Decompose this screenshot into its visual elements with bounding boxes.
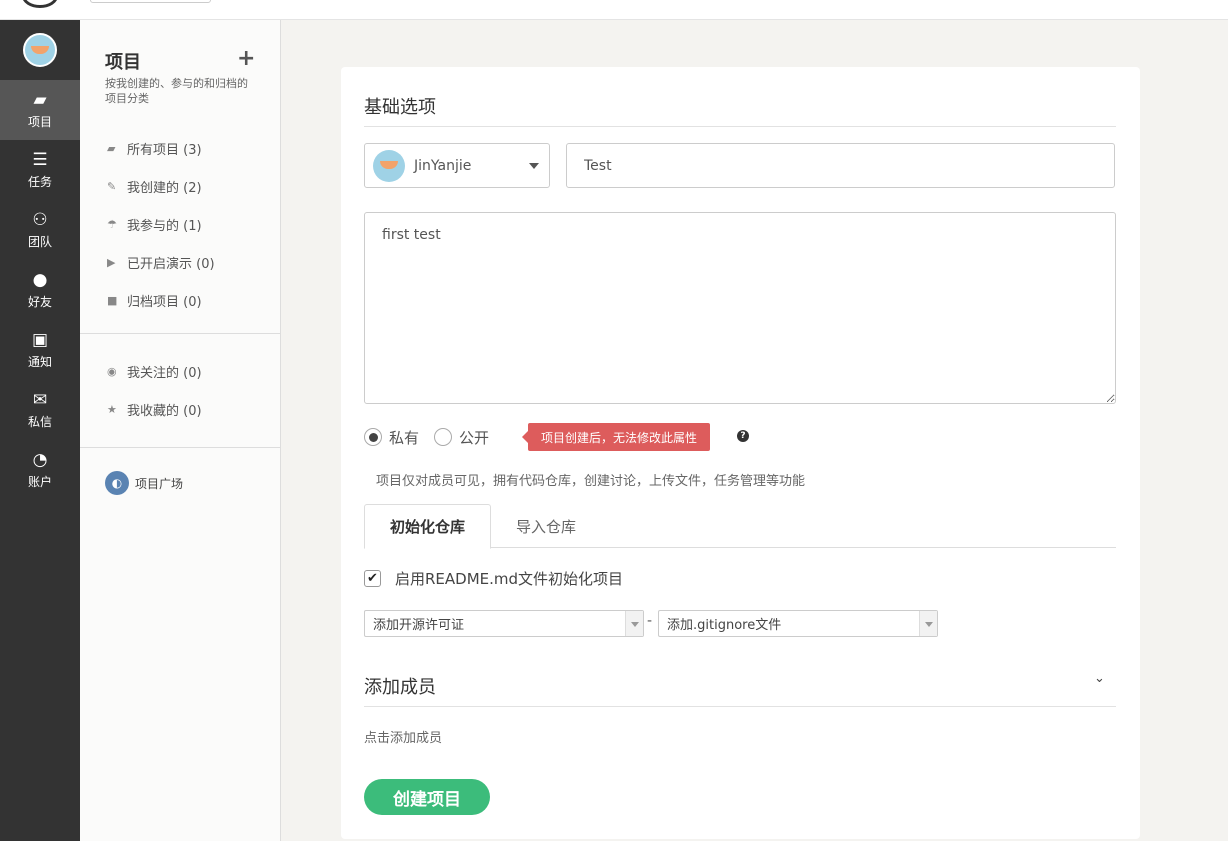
nav-item-team[interactable]: ⚇ 团队 bbox=[0, 200, 80, 260]
star-icon: ★ bbox=[107, 402, 117, 416]
sidebar-item-all[interactable]: ▰ 所有项目 (3) bbox=[80, 129, 280, 167]
sidebar-header: 项目 + 按我创建的、参与的和归档的项目分类 bbox=[80, 20, 280, 125]
readme-label[interactable]: 启用README.md文件初始化项目 bbox=[395, 568, 623, 589]
nav-item-label: 任务 bbox=[27, 175, 52, 189]
sidebar-item-demo[interactable]: ▶ 已开启演示 (0) bbox=[80, 243, 280, 281]
owner-select[interactable]: JinYanjie bbox=[364, 143, 550, 188]
sidebar-item-label: 归档项目 (0) bbox=[127, 294, 202, 310]
separator-dash: - bbox=[647, 613, 653, 629]
license-select[interactable]: 添加开源许可证 bbox=[364, 610, 644, 637]
add-member-link[interactable]: 点击添加成员 bbox=[364, 727, 442, 746]
top-bar bbox=[0, 0, 1228, 20]
visibility-warning-tag: 项目创建后，无法修改此属性 bbox=[521, 423, 711, 451]
repo-tabs: 初始化仓库 导入仓库 bbox=[364, 504, 1116, 549]
archive-icon: ■ bbox=[107, 293, 118, 307]
create-project-button[interactable]: 创建项目 bbox=[364, 779, 490, 815]
readme-checkbox[interactable]: ✔ bbox=[364, 570, 381, 587]
play-icon: ▶ bbox=[107, 255, 116, 269]
project-name-input[interactable] bbox=[566, 143, 1115, 188]
globe-icon: ◐ bbox=[105, 471, 129, 495]
chevron-down-icon bbox=[919, 611, 937, 636]
double-chevron-down-icon[interactable]: ⌄ bbox=[1094, 671, 1105, 686]
sidebar-item-label: 我收藏的 (0) bbox=[127, 403, 202, 419]
project-description-textarea[interactable]: first test bbox=[364, 212, 1116, 404]
avatar bbox=[373, 149, 405, 182]
visibility-description: 项目仅对成员可见，拥有代码仓库，创建讨论，上传文件，任务管理等功能 bbox=[376, 474, 806, 489]
main-nav: ▰ 项目 ☰ 任务 ⚇ 团队 ● 好友 ▣ 通知 ✉ 私信 ◔ 账户 bbox=[0, 20, 80, 841]
eye-icon: ◉ bbox=[107, 364, 117, 378]
avatar[interactable] bbox=[23, 33, 57, 67]
user-avatar-wrap[interactable] bbox=[0, 20, 80, 80]
sidebar-item-label: 我创建的 (2) bbox=[127, 180, 202, 196]
nav-item-messages[interactable]: ✉ 私信 bbox=[0, 380, 80, 440]
sidebar-item-label: 我关注的 (0) bbox=[127, 365, 202, 381]
nav-item-label: 好友 bbox=[27, 295, 52, 309]
dashboard-icon: ◔ bbox=[32, 450, 48, 470]
nav-item-friends[interactable]: ● 好友 bbox=[0, 260, 80, 320]
readme-option: ✔ 启用README.md文件初始化项目 bbox=[364, 568, 623, 589]
sidebar-item-joined[interactable]: ☂ 我参与的 (1) bbox=[80, 205, 280, 243]
nav-item-label: 项目 bbox=[27, 115, 52, 129]
gitignore-select[interactable]: 添加.gitignore文件 bbox=[658, 610, 938, 637]
radio-public[interactable] bbox=[434, 428, 453, 446]
tab-import-repo[interactable]: 导入仓库 bbox=[491, 504, 601, 548]
chevron-down-icon bbox=[625, 611, 643, 636]
chevron-down-icon bbox=[529, 163, 539, 169]
nav-item-account[interactable]: ◔ 账户 bbox=[0, 440, 80, 500]
sidebar-item-label: 项目广场 bbox=[135, 476, 184, 491]
nav-item-label: 团队 bbox=[27, 235, 52, 249]
umbrella-icon: ☂ bbox=[107, 217, 117, 231]
divider bbox=[364, 706, 1116, 707]
sidebar-item-created[interactable]: ✎ 我创建的 (2) bbox=[80, 167, 280, 205]
visibility-radio-group: 私有 公开 bbox=[364, 423, 504, 451]
sidebar-item-plaza[interactable]: ◐ 项目广场 bbox=[80, 448, 280, 518]
gitignore-select-value: 添加.gitignore文件 bbox=[667, 618, 782, 633]
nav-item-label: 账户 bbox=[27, 475, 52, 489]
tab-init-repo[interactable]: 初始化仓库 bbox=[364, 504, 491, 549]
mail-icon: ✉ bbox=[32, 390, 48, 410]
owner-name: JinYanjie bbox=[414, 157, 472, 174]
sidebar-item-label: 我参与的 (1) bbox=[127, 218, 202, 234]
help-icon[interactable]: ? bbox=[737, 430, 749, 442]
radio-public-label[interactable]: 公开 bbox=[459, 427, 489, 448]
section-title-basic: 基础选项 bbox=[364, 97, 436, 118]
user-icon: ● bbox=[32, 270, 48, 290]
search-input[interactable] bbox=[90, 0, 211, 3]
add-project-icon[interactable]: + bbox=[237, 46, 255, 71]
radio-private[interactable] bbox=[364, 428, 382, 446]
nav-item-projects[interactable]: ▰ 项目 bbox=[0, 80, 80, 140]
radio-private-label[interactable]: 私有 bbox=[389, 427, 419, 448]
nav-item-label: 通知 bbox=[27, 355, 52, 369]
nav-item-label: 私信 bbox=[27, 415, 52, 429]
sidebar-group-projects: ▰ 所有项目 (3) ✎ 我创建的 (2) ☂ 我参与的 (1) ▶ 已开启演示… bbox=[80, 125, 280, 333]
folder-icon: ▰ bbox=[33, 90, 47, 110]
section-title-members: 添加成员 bbox=[364, 677, 436, 698]
logo[interactable] bbox=[22, 0, 58, 8]
sidebar-group-watch: ◉ 我关注的 (0) ★ 我收藏的 (0) bbox=[80, 334, 280, 447]
sidebar-item-label: 所有项目 (3) bbox=[127, 142, 202, 158]
sidebar-item-watching[interactable]: ◉ 我关注的 (0) bbox=[80, 352, 280, 390]
sidebar-subtitle: 按我创建的、参与的和归档的项目分类 bbox=[105, 77, 248, 105]
license-select-value: 添加开源许可证 bbox=[373, 618, 465, 633]
sidebar-item-label: 已开启演示 (0) bbox=[127, 256, 215, 272]
nav-item-tasks[interactable]: ☰ 任务 bbox=[0, 140, 80, 200]
project-sidebar: 项目 + 按我创建的、参与的和归档的项目分类 ▰ 所有项目 (3) ✎ 我创建的… bbox=[80, 20, 281, 841]
edit-icon: ✎ bbox=[107, 179, 117, 193]
sidebar-item-archived[interactable]: ■ 归档项目 (0) bbox=[80, 281, 280, 319]
inbox-icon: ▣ bbox=[31, 330, 49, 350]
create-project-card: 基础选项 JinYanjie first test 私有 公开 项目创建后，无法… bbox=[341, 67, 1140, 839]
folder-icon: ▰ bbox=[107, 141, 116, 155]
nav-item-notifications[interactable]: ▣ 通知 bbox=[0, 320, 80, 380]
team-icon: ⚇ bbox=[32, 210, 48, 230]
tasks-icon: ☰ bbox=[32, 150, 48, 170]
sidebar-item-starred[interactable]: ★ 我收藏的 (0) bbox=[80, 390, 280, 428]
divider bbox=[364, 126, 1116, 127]
